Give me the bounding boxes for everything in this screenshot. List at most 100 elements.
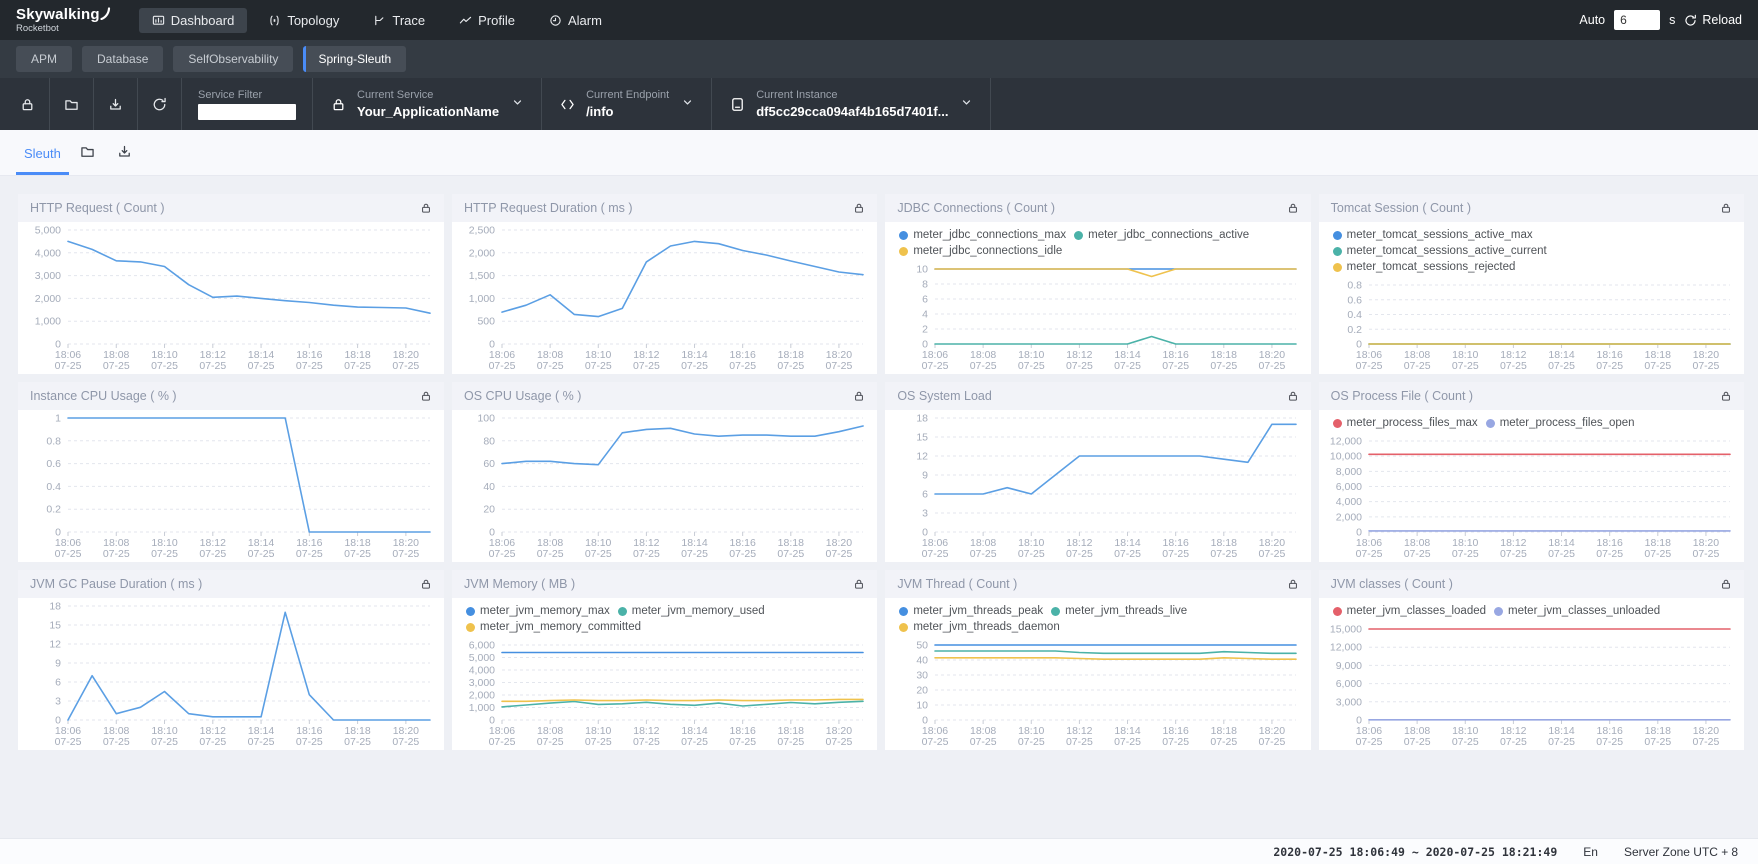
legend-dot xyxy=(1333,607,1342,616)
chart-lock-button[interactable] xyxy=(1720,202,1732,214)
logo-subtitle: Rocketbot xyxy=(16,24,111,34)
legend-item[interactable]: meter_jdbc_connections_idle xyxy=(899,245,1062,257)
legend-item[interactable]: meter_process_files_max xyxy=(1333,417,1478,429)
svg-text:07-25: 07-25 xyxy=(296,548,323,560)
group-tab-database[interactable]: Database xyxy=(82,46,163,72)
folder-button[interactable] xyxy=(50,78,93,130)
svg-text:6: 6 xyxy=(922,489,928,501)
selector-current-endpoint[interactable]: Current Endpoint/info xyxy=(542,78,711,130)
svg-text:07-25: 07-25 xyxy=(777,736,804,748)
legend-item[interactable]: meter_jvm_classes_unloaded xyxy=(1494,605,1660,617)
download-button[interactable] xyxy=(94,78,137,130)
lock-button[interactable] xyxy=(6,78,49,130)
svg-text:10,000: 10,000 xyxy=(1330,451,1362,463)
auto-interval-input[interactable] xyxy=(1614,10,1660,30)
instance-icon xyxy=(730,97,745,112)
toolbar-divider xyxy=(990,78,991,130)
line-chart: 01,0002,0003,0004,0005,00018:0607-2518:0… xyxy=(18,222,444,374)
legend-label: meter_tomcat_sessions_active_current xyxy=(1347,245,1547,257)
selector-current-service[interactable]: Current ServiceYour_ApplicationName xyxy=(313,78,541,130)
chart-body: meter_tomcat_sessions_active_max meter_to… xyxy=(1319,222,1744,374)
legend-item[interactable]: meter_process_files_open xyxy=(1486,417,1635,429)
group-tab-spring-sleuth[interactable]: Spring-Sleuth xyxy=(303,46,406,72)
legend-dot xyxy=(899,231,908,240)
svg-text:07-25: 07-25 xyxy=(1500,548,1527,560)
reload-button[interactable]: Reload xyxy=(1684,13,1742,27)
nav-item-topology[interactable]: Topology xyxy=(255,8,352,33)
tab-sleuth[interactable]: Sleuth xyxy=(16,146,69,175)
legend-item[interactable]: meter_jvm_classes_loaded xyxy=(1333,605,1486,617)
svg-text:2,500: 2,500 xyxy=(469,225,495,237)
chart-lock-button[interactable] xyxy=(1720,390,1732,402)
download-button[interactable] xyxy=(106,144,143,175)
svg-text:07-25: 07-25 xyxy=(729,736,756,748)
folder-button[interactable] xyxy=(69,144,106,175)
download-icon xyxy=(117,144,132,159)
group-tab-selfobservability[interactable]: SelfObservability xyxy=(173,46,293,72)
dashboard-tabs-row: Sleuth xyxy=(0,130,1758,176)
legend-item[interactable]: meter_tomcat_sessions_active_max xyxy=(1333,229,1533,241)
lock-icon xyxy=(1287,390,1299,402)
server-zone[interactable]: Server Zone UTC + 8 xyxy=(1624,845,1738,859)
svg-text:07-25: 07-25 xyxy=(103,360,130,372)
chart-lock-button[interactable] xyxy=(1287,202,1299,214)
svg-text:30: 30 xyxy=(917,670,929,682)
line-chart: 03,0006,0009,00012,00015,00018:0607-2518… xyxy=(1319,621,1744,750)
chart-lock-button[interactable] xyxy=(1287,578,1299,590)
nav-item-alarm[interactable]: Alarm xyxy=(536,8,615,33)
svg-text:07-25: 07-25 xyxy=(1211,548,1238,560)
legend-item[interactable]: meter_jvm_threads_daemon xyxy=(899,621,1059,633)
legend-item[interactable]: meter_tomcat_sessions_rejected xyxy=(1333,261,1516,273)
chart-lock-button[interactable] xyxy=(420,202,432,214)
chart-card-header: JVM GC Pause Duration ( ms ) xyxy=(18,570,444,598)
selector-value: df5cc29cca094af4b165d7401f... xyxy=(756,104,948,119)
chart-body: 01,0002,0003,0004,0005,00018:0607-2518:0… xyxy=(18,222,444,374)
chart-title: OS Process File ( Count ) xyxy=(1331,389,1473,403)
svg-text:1,500: 1,500 xyxy=(469,270,495,282)
legend-item[interactable]: meter_jvm_threads_peak xyxy=(899,605,1043,617)
time-range[interactable]: 2020-07-25 18:06:49 ~ 2020-07-25 18:21:4… xyxy=(1273,845,1557,859)
chart-lock-button[interactable] xyxy=(420,390,432,402)
nav-item-profile[interactable]: Profile xyxy=(446,8,528,33)
refresh-button[interactable] xyxy=(138,78,181,130)
selector-labels: Current Endpoint/info xyxy=(586,89,669,119)
selector-current-instance[interactable]: Current Instancedf5cc29cca094af4b165d740… xyxy=(712,78,990,130)
legend-item[interactable]: meter_jvm_memory_used xyxy=(618,605,765,617)
svg-text:07-25: 07-25 xyxy=(1163,548,1190,560)
chart-lock-button[interactable] xyxy=(1287,390,1299,402)
chart-lock-button[interactable] xyxy=(853,202,865,214)
legend-dot xyxy=(1494,607,1503,616)
svg-text:07-25: 07-25 xyxy=(970,360,997,372)
legend-item[interactable]: meter_jdbc_connections_max xyxy=(899,229,1066,241)
chart-lock-button[interactable] xyxy=(853,390,865,402)
svg-text:18: 18 xyxy=(917,413,929,425)
language-toggle[interactable]: En xyxy=(1583,845,1598,859)
legend-item[interactable]: meter_jvm_threads_live xyxy=(1051,605,1187,617)
dashboard-group-bar: APM Database SelfObservability Spring-Sleut… xyxy=(0,40,1758,78)
chart-lock-button[interactable] xyxy=(1720,578,1732,590)
svg-text:07-25: 07-25 xyxy=(1018,736,1045,748)
service-filter-input[interactable] xyxy=(198,104,296,120)
svg-text:07-25: 07-25 xyxy=(296,360,323,372)
legend-item[interactable]: meter_jvm_memory_committed xyxy=(466,621,641,633)
legend-item[interactable]: meter_tomcat_sessions_active_current xyxy=(1333,245,1547,257)
svg-text:07-25: 07-25 xyxy=(248,360,275,372)
nav-item-trace[interactable]: Trace xyxy=(360,8,438,33)
chart-lock-button[interactable] xyxy=(420,578,432,590)
svg-text:6: 6 xyxy=(922,294,928,306)
alarm-icon xyxy=(549,14,562,27)
chart-lock-button[interactable] xyxy=(853,578,865,590)
legend-item[interactable]: meter_jvm_memory_max xyxy=(466,605,610,617)
svg-text:07-25: 07-25 xyxy=(537,548,564,560)
selector-value: Your_ApplicationName xyxy=(357,104,499,119)
legend-item[interactable]: meter_jdbc_connections_active xyxy=(1074,229,1249,241)
svg-text:0.2: 0.2 xyxy=(1347,324,1362,336)
nav-item-dashboard[interactable]: Dashboard xyxy=(139,8,248,33)
lock-icon xyxy=(1720,202,1732,214)
svg-text:07-25: 07-25 xyxy=(199,736,226,748)
group-tab-apm[interactable]: APM xyxy=(16,46,72,72)
nav-item-label: Profile xyxy=(478,13,515,28)
auto-reload-controls: Auto s Reload xyxy=(1579,10,1742,30)
chart-card: JDBC Connections ( Count )meter_jdbc_con… xyxy=(885,194,1310,374)
svg-text:07-25: 07-25 xyxy=(681,548,708,560)
